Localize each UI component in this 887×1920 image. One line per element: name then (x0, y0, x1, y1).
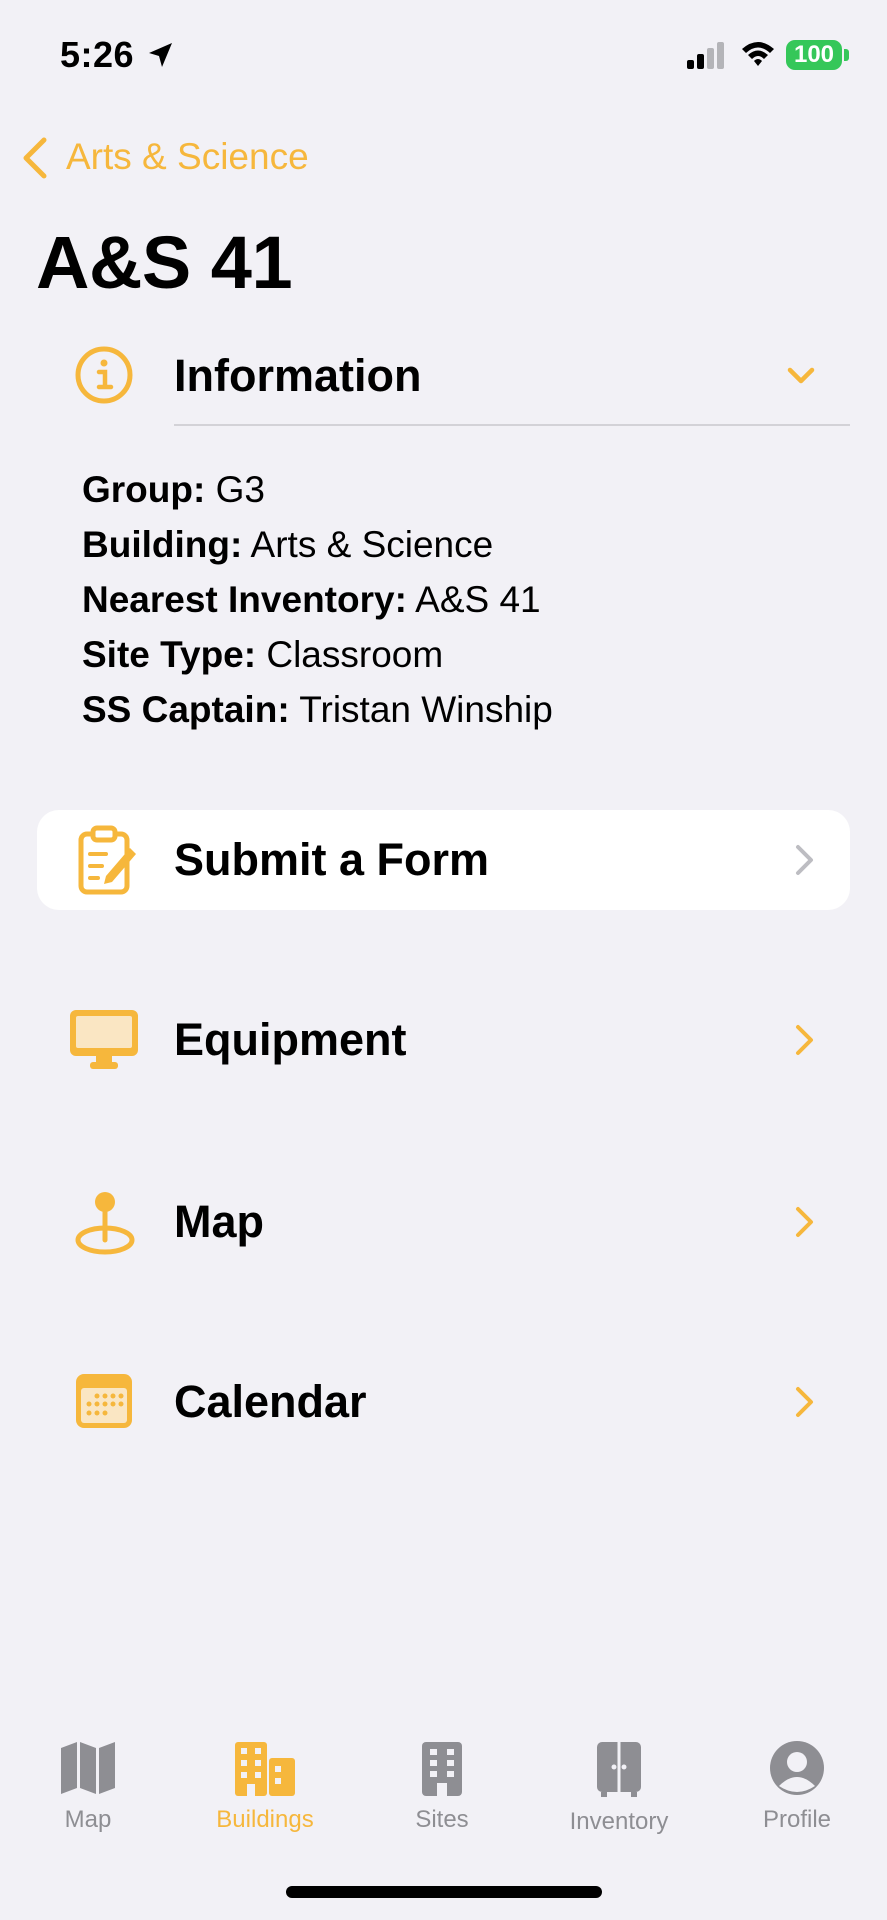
cabinet-icon (597, 1742, 641, 1797)
tab-label-buildings: Buildings (216, 1806, 314, 1833)
person-circle-icon (770, 1741, 824, 1795)
clipboard-edit-icon (78, 825, 136, 895)
info-field-site-type: Site Type: Classroom (82, 634, 444, 675)
battery-nub (844, 49, 849, 61)
tab-label-profile: Profile (762, 1806, 832, 1833)
information-details: Group: G3 Building: Arts & Science Neare… (82, 462, 553, 737)
location-arrow-icon (149, 43, 172, 67)
chevron-right-icon (796, 1387, 813, 1417)
home-indicator (286, 1886, 602, 1898)
display-icon (70, 1010, 138, 1069)
tab-sites[interactable]: Sites (362, 1740, 522, 1834)
building-icon (422, 1742, 462, 1796)
calendar-icon (76, 1374, 132, 1428)
map-pin-icon (75, 1192, 135, 1255)
equipment-label[interactable]: Equipment (174, 1014, 407, 1066)
tab-buildings[interactable]: Buildings (185, 1740, 345, 1834)
chevron-right-icon (796, 845, 813, 875)
chevron-down-icon[interactable] (785, 362, 817, 390)
equipment-row[interactable] (37, 990, 850, 1090)
wifi-icon (742, 42, 774, 66)
calendar-label[interactable]: Calendar (174, 1376, 367, 1428)
map-row[interactable] (37, 1172, 850, 1272)
info-circle-icon (75, 346, 133, 404)
tab-inventory[interactable]: Inventory (539, 1740, 699, 1836)
tab-profile[interactable]: Profile (717, 1740, 877, 1834)
tab-label-sites: Sites (415, 1806, 469, 1833)
back-chevron-icon[interactable] (20, 136, 50, 180)
battery-indicator: 100 (786, 40, 842, 70)
information-header[interactable]: Information (174, 350, 421, 402)
info-field-nearest-inventory: Nearest Inventory: A&S 41 (82, 579, 541, 620)
chevron-right-icon (796, 1207, 813, 1237)
back-button[interactable]: Arts & Science (66, 136, 309, 178)
calendar-row[interactable] (37, 1352, 850, 1452)
tab-map[interactable]: Map (8, 1740, 168, 1834)
chevron-right-icon (796, 1025, 813, 1055)
page-title: A&S 41 (36, 221, 293, 304)
info-field-ss-captain: SS Captain: Tristan Winship (82, 689, 553, 730)
submit-form-label[interactable]: Submit a Form (174, 834, 489, 886)
information-divider (174, 424, 850, 426)
tab-label-map: Map (64, 1806, 112, 1833)
info-field-building: Building: Arts & Science (82, 524, 494, 565)
tab-label-inventory: Inventory (569, 1808, 669, 1835)
status-time: 5:26 (60, 34, 135, 75)
cellular-signal-icon (687, 42, 724, 69)
info-field-group: Group: G3 (82, 469, 265, 510)
map-label[interactable]: Map (174, 1196, 264, 1248)
map-icon (61, 1742, 115, 1794)
buildings-icon (235, 1742, 295, 1796)
